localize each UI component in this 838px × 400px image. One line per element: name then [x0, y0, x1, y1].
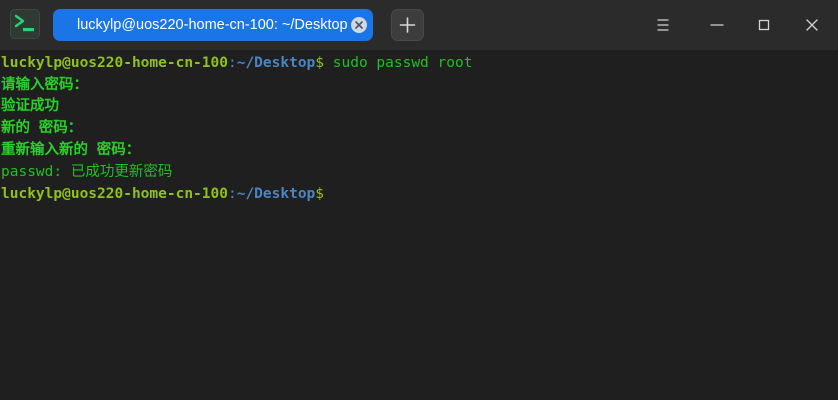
- terminal-window: luckylp@uos220-home-cn-100: ~/Desktop lu…: [0, 0, 838, 400]
- minimize-button[interactable]: [702, 10, 732, 40]
- prompt-line: luckylp@uos220-home-cn-100:~/Desktop$: [1, 183, 332, 205]
- command-text: sudo passwd root: [324, 55, 473, 71]
- output-line: 重新输入新的 密码：: [1, 142, 141, 158]
- maximize-button[interactable]: [749, 10, 779, 40]
- maximize-icon: [758, 19, 770, 31]
- close-button[interactable]: [797, 10, 827, 40]
- prompt-separator: :: [227, 55, 237, 71]
- terminal-output[interactable]: luckylp@uos220-home-cn-100:~/Desktop$ su…: [0, 50, 838, 400]
- prompt-symbol: $: [315, 186, 325, 202]
- prompt-path: ~/Desktop: [236, 186, 316, 202]
- prompt-line: luckylp@uos220-home-cn-100:~/Desktop$ su…: [1, 52, 472, 74]
- output-line: 新的 密码：: [1, 120, 83, 136]
- minimize-icon: [710, 24, 724, 26]
- output-line: passwd: 已成功更新密码: [1, 164, 173, 180]
- output-line: 请输入密码：: [1, 77, 88, 93]
- hamburger-menu-icon: [657, 19, 669, 31]
- output-line: 验证成功: [1, 98, 59, 114]
- prompt-user-host: luckylp@uos220-home-cn-100: [1, 55, 228, 71]
- prompt-symbol: $: [315, 55, 325, 71]
- new-tab-button[interactable]: [391, 9, 424, 41]
- prompt-user-host: luckylp@uos220-home-cn-100: [1, 186, 228, 202]
- plus-icon: [399, 17, 416, 33]
- tab-label: luckylp@uos220-home-cn-100: ~/Desktop: [77, 17, 348, 33]
- close-icon: [806, 19, 818, 31]
- tab-close-icon[interactable]: [351, 17, 367, 33]
- prompt-separator: :: [227, 186, 237, 202]
- title-bar: luckylp@uos220-home-cn-100: ~/Desktop: [0, 0, 838, 50]
- text-cursor: [324, 186, 332, 202]
- prompt-path: ~/Desktop: [236, 55, 316, 71]
- menu-button[interactable]: [648, 10, 678, 40]
- terminal-icon[interactable]: [10, 9, 40, 39]
- tab-terminal-session[interactable]: luckylp@uos220-home-cn-100: ~/Desktop: [53, 9, 373, 41]
